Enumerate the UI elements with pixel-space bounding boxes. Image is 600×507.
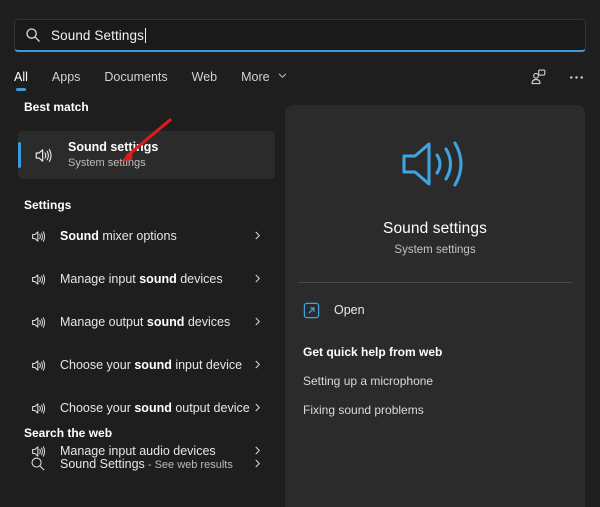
tab-all[interactable]: All	[14, 70, 28, 91]
help-link-microphone[interactable]: Setting up a microphone	[285, 374, 585, 388]
chevron-right-icon	[253, 270, 262, 288]
search-bar[interactable]: Sound Settings	[14, 19, 586, 52]
more-options-icon[interactable]	[566, 67, 586, 87]
preview-title: Sound settings	[285, 220, 585, 238]
result-row-sound-mixer-options[interactable]: Sound mixer options	[18, 220, 271, 252]
search-web-heading: Search the web	[0, 426, 112, 440]
speaker-icon	[29, 313, 47, 331]
best-match-subtitle: System settings	[68, 156, 158, 170]
text-caret	[145, 28, 146, 43]
chevron-down-icon	[278, 69, 287, 83]
tab-apps[interactable]: Apps	[52, 70, 81, 91]
feedback-icon[interactable]	[528, 67, 548, 87]
result-label: Sound Settings - See web results	[60, 457, 233, 471]
result-row-choose-your-sound-output-device[interactable]: Choose your sound output device	[18, 392, 271, 424]
tab-web[interactable]: Web	[192, 70, 217, 91]
web-results-list: Sound Settings - See web results	[0, 448, 285, 480]
result-label: Choose your sound output device	[60, 401, 250, 415]
speaker-icon	[29, 227, 47, 245]
tab-apps-label: Apps	[52, 70, 81, 84]
settings-heading: Settings	[0, 198, 71, 212]
speaker-icon	[32, 144, 54, 166]
tab-documents[interactable]: Documents	[104, 70, 167, 91]
result-row-manage-input-sound-devices[interactable]: Manage input sound devices	[18, 263, 271, 295]
tab-more[interactable]: More	[241, 69, 287, 91]
preview-panel: Sound settings System settings Open Get …	[285, 105, 585, 507]
best-match-heading: Best match	[0, 100, 285, 114]
row-spacer	[0, 295, 285, 306]
help-link-sound-problems[interactable]: Fixing sound problems	[285, 403, 585, 417]
chevron-right-icon	[253, 313, 262, 331]
row-spacer	[0, 338, 285, 349]
selection-accent-bar	[18, 142, 21, 168]
result-label: Sound mixer options	[60, 229, 177, 243]
open-label: Open	[334, 303, 365, 317]
result-row-sound-settings[interactable]: Sound Settings - See web results	[18, 448, 271, 480]
chevron-right-icon	[253, 227, 262, 245]
best-match-title: Sound settings	[68, 140, 158, 155]
result-label: Choose your sound input device	[60, 358, 242, 372]
speaker-icon	[29, 399, 47, 417]
chevron-right-icon	[253, 356, 262, 374]
tabs-row: All Apps Documents Web More	[14, 66, 586, 94]
result-label: Manage output sound devices	[60, 315, 230, 329]
best-match-text: Sound settings System settings	[68, 140, 158, 170]
chevron-right-icon	[253, 455, 262, 473]
search-icon	[25, 27, 41, 43]
divider	[298, 282, 572, 283]
tab-web-label: Web	[192, 70, 217, 84]
result-row-manage-output-sound-devices[interactable]: Manage output sound devices	[18, 306, 271, 338]
speaker-icon	[29, 270, 47, 288]
result-row-choose-your-sound-input-device[interactable]: Choose your sound input device	[18, 349, 271, 381]
search-icon	[29, 455, 47, 473]
tab-documents-label: Documents	[104, 70, 167, 84]
tab-more-label: More	[241, 70, 269, 84]
speaker-large-icon	[398, 133, 472, 195]
tab-all-label: All	[14, 70, 28, 84]
search-input[interactable]: Sound Settings	[51, 28, 144, 43]
speaker-icon	[29, 356, 47, 374]
best-match-result[interactable]: Sound settings System settings	[18, 131, 275, 179]
row-spacer	[0, 381, 285, 392]
tabs-right-actions	[528, 67, 586, 87]
open-external-icon	[303, 302, 320, 319]
quick-help-heading: Get quick help from web	[285, 345, 585, 359]
chevron-right-icon	[253, 399, 262, 417]
open-button[interactable]: Open	[285, 297, 585, 323]
preview-subtitle: System settings	[285, 244, 585, 256]
results-column: Best match Sound settings System setting…	[0, 100, 285, 507]
row-spacer	[0, 252, 285, 263]
preview-hero	[285, 105, 585, 200]
result-label: Manage input sound devices	[60, 272, 223, 286]
